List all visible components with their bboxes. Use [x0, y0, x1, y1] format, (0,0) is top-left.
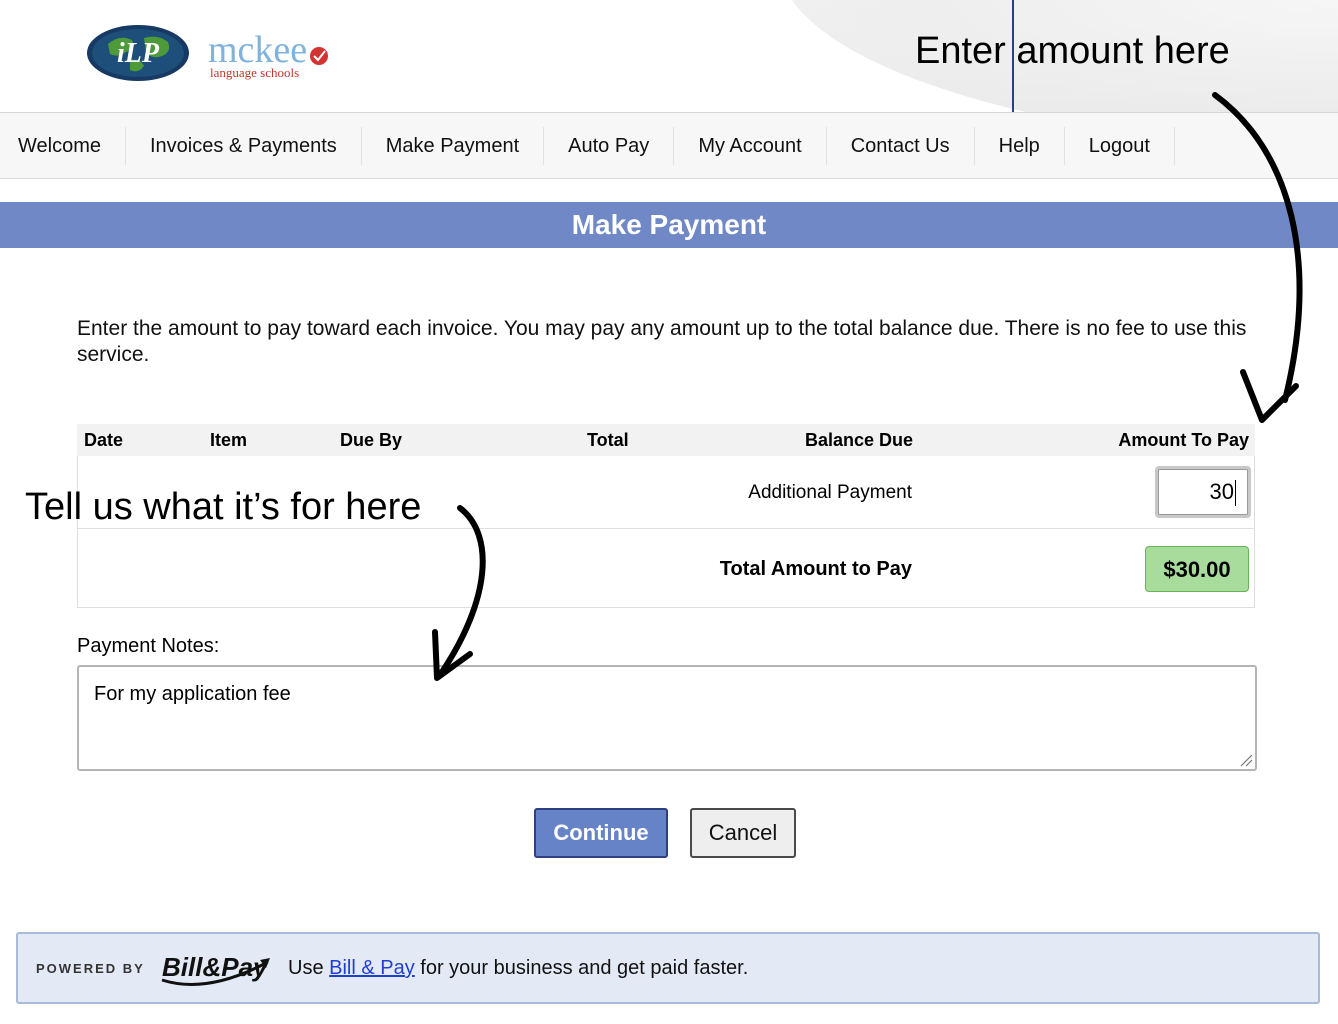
resize-grip-icon[interactable]: [1239, 753, 1253, 767]
text-caret: [1235, 480, 1236, 507]
ilp-logo[interactable]: iLP: [86, 24, 190, 82]
nav-auto-pay[interactable]: Auto Pay: [544, 126, 675, 165]
mckee-logo[interactable]: mckee language schools: [208, 24, 338, 84]
column-header-due-by: Due By: [340, 430, 403, 450]
nav-contact-us[interactable]: Contact Us: [827, 126, 975, 165]
column-header-date: Date: [84, 430, 124, 450]
total-amount-value: $30.00: [1145, 546, 1249, 592]
powered-by-label: POWERED BY: [36, 961, 145, 976]
invoice-table-body: Additional Payment 30 Total Amount to Pa…: [77, 456, 1255, 608]
footer-text-after: for your business and get paid faster.: [414, 957, 749, 979]
ilp-logo-text: iLP: [117, 38, 160, 69]
main-nav: Welcome Invoices & Payments Make Payment…: [0, 113, 1338, 179]
footer-promo-text: Use Bill & Pay for your business and get…: [288, 957, 748, 980]
site-header: iLP mckee language schools Enter amount …: [0, 0, 1338, 113]
total-amount-label: Total Amount to Pay: [719, 558, 912, 580]
additional-payment-label: Additional Payment: [748, 482, 912, 503]
billpay-logo-text: Bill&Pay: [162, 952, 269, 982]
cancel-button[interactable]: Cancel: [690, 808, 796, 858]
invoice-table-header: Date Item Due By Total Balance Due Amoun…: [77, 424, 1255, 456]
column-header-total: Total: [587, 430, 629, 450]
column-header-amount-to-pay: Amount To Pay: [1118, 430, 1249, 450]
arrowhead-amount: [1240, 369, 1299, 423]
billpay-link[interactable]: Bill & Pay: [329, 957, 415, 979]
page-title: Make Payment: [0, 202, 1338, 248]
footer-text-before: Use: [288, 957, 330, 979]
mckee-logo-tagline: language schools: [210, 65, 299, 80]
text-cursor-line: [1012, 0, 1014, 112]
payment-notes-textarea[interactable]: For my application fee: [77, 665, 1257, 771]
continue-button[interactable]: Continue: [534, 808, 668, 858]
amount-to-pay-input[interactable]: 30: [1155, 466, 1251, 518]
nav-help[interactable]: Help: [975, 126, 1065, 165]
billpay-logo[interactable]: Bill&Pay: [156, 946, 276, 990]
nav-invoices-payments[interactable]: Invoices & Payments: [126, 126, 362, 165]
nav-logout[interactable]: Logout: [1065, 126, 1175, 165]
annotation-payment-notes: Tell us what it’s for here: [25, 486, 422, 528]
intro-text: Enter the amount to pay toward each invo…: [77, 317, 1247, 366]
annotation-enter-amount: Enter amount here: [915, 30, 1230, 72]
column-header-item: Item: [210, 430, 248, 450]
powered-by-footer: POWERED BY Bill&Pay Use Bill & Pay for y…: [16, 932, 1320, 1004]
nav-welcome[interactable]: Welcome: [0, 126, 126, 165]
payment-notes-label: Payment Notes:: [77, 635, 220, 657]
nav-my-account[interactable]: My Account: [674, 126, 827, 165]
nav-make-payment[interactable]: Make Payment: [362, 126, 545, 165]
payment-notes-value: For my application fee: [94, 683, 291, 705]
column-header-balance-due: Balance Due: [804, 430, 913, 450]
amount-to-pay-value: 30: [1209, 479, 1234, 504]
